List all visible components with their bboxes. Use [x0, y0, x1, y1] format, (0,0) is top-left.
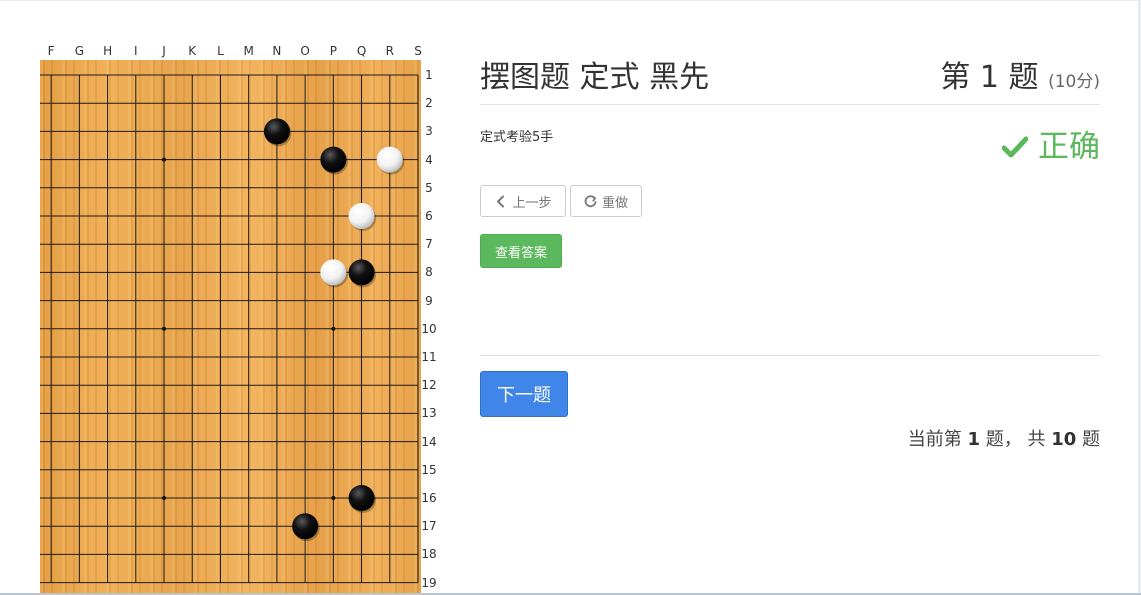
column-label-K: K: [188, 44, 197, 58]
row-label-9: 9: [425, 293, 433, 308]
chevron-left-icon: [497, 195, 505, 207]
title-divider: [480, 104, 1100, 105]
column-label-R: R: [385, 44, 394, 58]
column-label-J: J: [162, 44, 166, 58]
problem-title: 摆图题 定式 黑先: [480, 60, 710, 95]
row-label-3: 3: [425, 124, 433, 139]
row-label-16: 16: [421, 491, 437, 505]
row-label-2: 2: [425, 96, 433, 111]
go-board[interactable]: [40, 60, 421, 593]
row-label-7: 7: [425, 237, 433, 252]
row-label-4: 4: [425, 152, 433, 167]
white-stone: [320, 259, 348, 288]
white-stone: [348, 203, 377, 231]
star-point: [162, 326, 167, 331]
column-label-N: N: [272, 44, 282, 58]
prev-step-button[interactable]: 上一步: [480, 185, 566, 217]
row-label-19: 19: [421, 575, 437, 590]
black-stone: [348, 259, 377, 288]
go-board-grid[interactable]: [40, 60, 421, 593]
column-label-I: I: [134, 44, 138, 58]
redo-icon: [584, 194, 597, 207]
row-label-10: 10: [421, 321, 437, 336]
check-icon: [1002, 136, 1028, 158]
black-stone: [292, 513, 320, 542]
black-stone: [320, 146, 348, 175]
progress-current-prefix: 当前第: [907, 429, 962, 450]
row-label-18: 18: [421, 547, 437, 562]
column-label-O: O: [300, 44, 310, 58]
problem-number-suffix: 题: [1008, 60, 1039, 95]
view-answer-button[interactable]: 查看答案: [480, 234, 562, 268]
row-label-11: 11: [421, 350, 437, 364]
problem-points: (10分): [1048, 72, 1100, 92]
row-label-8: 8: [425, 265, 433, 280]
row-label-17: 17: [421, 519, 437, 534]
row-label-5: 5: [425, 180, 433, 195]
redo-button[interactable]: 重做: [570, 185, 642, 217]
row-label-14: 14: [421, 434, 437, 449]
row-label-12: 12: [421, 378, 437, 393]
section-divider: [480, 355, 1100, 356]
black-stone: [263, 118, 292, 147]
column-label-S: S: [414, 44, 422, 58]
progress-current-suffix: 题，: [985, 429, 1022, 450]
result-label: 正确: [1038, 129, 1100, 165]
column-label-G: G: [74, 44, 85, 58]
problem-number: 第 1 题 (10分): [940, 58, 1100, 102]
problem-number-value: 1: [979, 60, 999, 95]
app-root: FGHIJKLMNOPQRS 1 2 3 4 5 6 7 8 9 10 11 12 13 14 15 16 17…: [0, 0, 1141, 595]
problem-description: 定式考验5手: [480, 130, 554, 145]
redo-label: 重做: [601, 195, 628, 211]
problem-number-prefix: 第: [940, 60, 971, 95]
star-point: [162, 496, 167, 500]
row-label-1: 1: [425, 68, 433, 82]
star-point: [331, 326, 336, 331]
column-label-Q: Q: [356, 44, 367, 58]
progress-text: 当前第 1 题， 共 10 题: [908, 426, 1100, 454]
white-stone: [376, 146, 405, 175]
black-stone: [348, 485, 377, 513]
column-label-L: L: [217, 44, 224, 58]
row-label-6: 6: [425, 209, 433, 223]
row-label-15: 15: [421, 462, 437, 477]
star-point: [162, 157, 167, 162]
progress-total-suffix: 题: [1082, 429, 1100, 450]
column-label-P: P: [329, 44, 337, 58]
progress-total-value: 10: [1051, 429, 1077, 450]
progress-total-prefix: 共: [1027, 429, 1046, 450]
result-status: 正确: [1002, 124, 1100, 170]
column-label-M: M: [243, 44, 254, 58]
row-label-13: 13: [421, 406, 437, 421]
next-problem-button[interactable]: 下一题: [480, 371, 568, 417]
column-label-F: F: [47, 44, 55, 58]
prev-step-label: 上一步: [512, 195, 552, 211]
progress-current-value: 1: [967, 429, 980, 450]
top-border: [0, 0, 1141, 1]
column-label-H: H: [103, 44, 113, 58]
star-point: [331, 496, 336, 500]
